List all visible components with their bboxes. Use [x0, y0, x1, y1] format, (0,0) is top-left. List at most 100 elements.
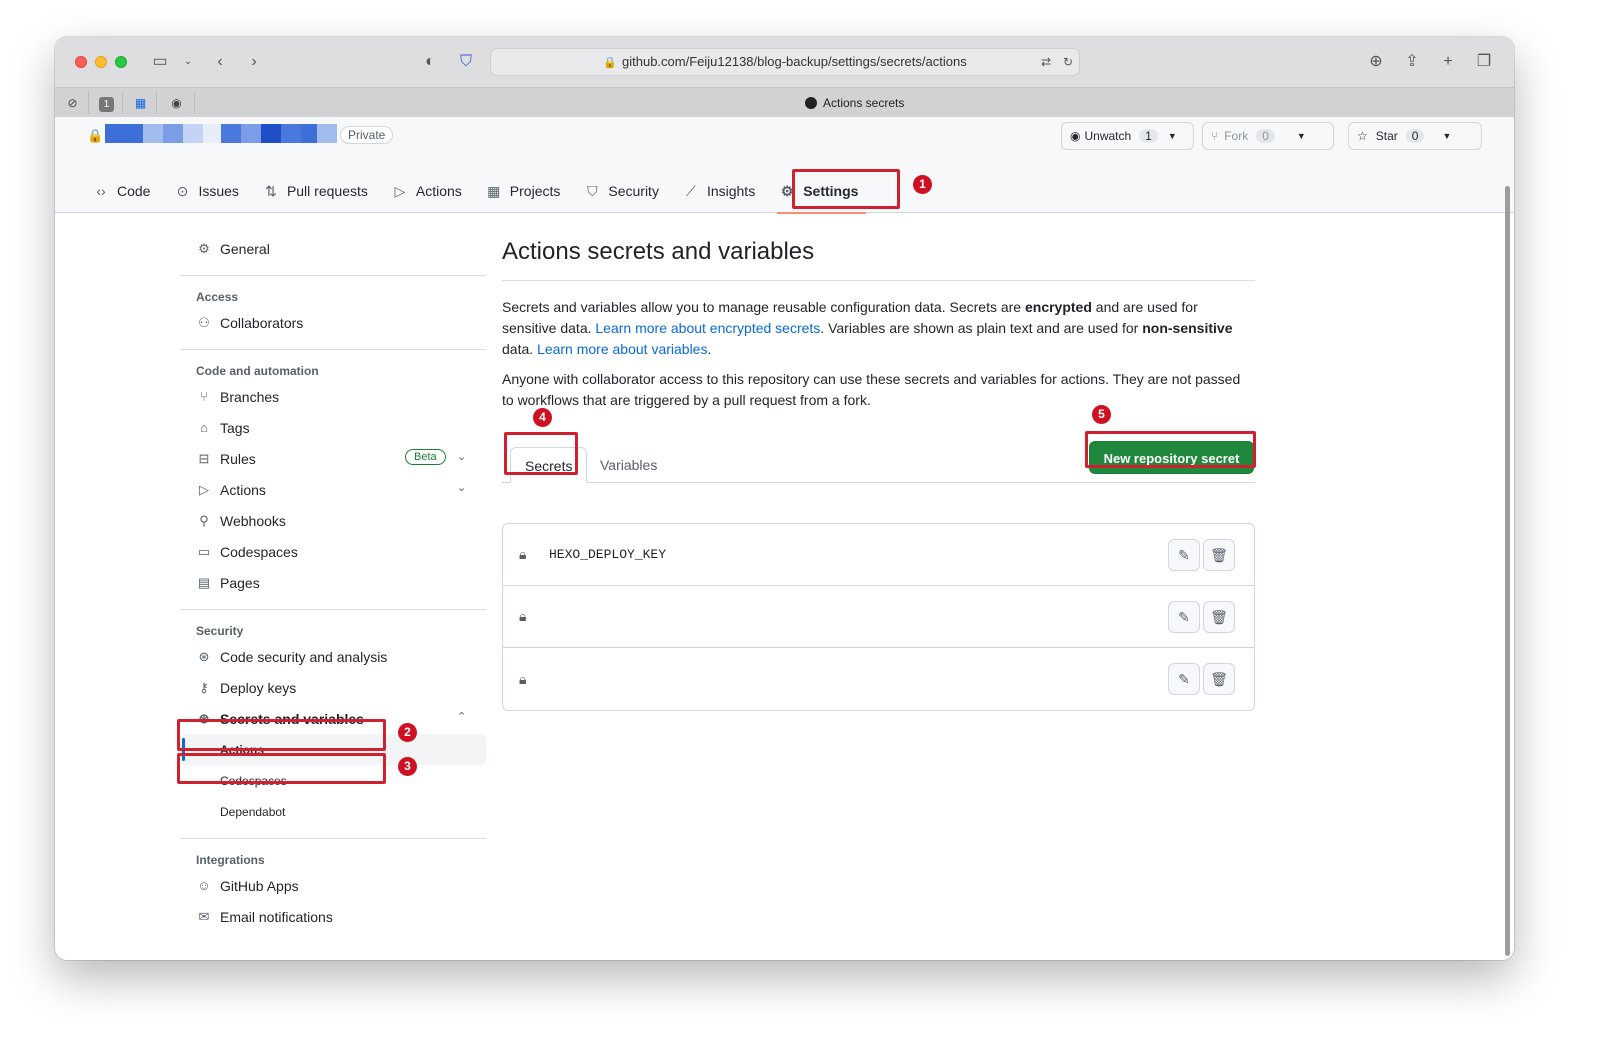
gear-icon: ⚙: [780, 182, 794, 199]
sidebar-toggle-icon[interactable]: ▭: [149, 51, 171, 73]
delete-secret-button[interactable]: 🗑︎: [1203, 539, 1235, 571]
sidebar-item-email-notifications[interactable]: ✉ Email notifications: [180, 901, 486, 932]
repo-nav: ‹› Code ⊙ Issues ⇅ Pull requests ▷ Actions ▦…: [93, 169, 882, 214]
issue-icon: ⊙: [176, 182, 189, 199]
sidebar-subitem-actions[interactable]: Actions: [180, 734, 486, 765]
key-icon: ⚷: [199, 679, 209, 695]
sidebar-heading-access: Access: [196, 290, 239, 304]
table-icon: ▦: [487, 182, 501, 199]
share-icon[interactable]: ⇪: [1401, 51, 1423, 73]
tab-actions[interactable]: ▷ Actions: [392, 169, 461, 213]
rules-icon: ⊟: [198, 450, 210, 466]
sidebar-item-secrets-variables[interactable]: ⊛ Secrets and variables ⌃: [180, 703, 486, 734]
sidebar-subitem-codespaces[interactable]: Codespaces: [180, 765, 486, 796]
caret-down-icon: ▼: [1442, 131, 1452, 141]
pinned-tab-badge[interactable]: 1: [91, 92, 123, 114]
beta-badge: Beta: [405, 449, 446, 465]
unwatch-button[interactable]: ◉ Unwatch 1 ▼: [1061, 122, 1194, 150]
divider: [180, 838, 486, 839]
sidebar-item-pages[interactable]: ▤ Pages: [180, 567, 486, 598]
chevron-up-icon[interactable]: ⌃: [457, 710, 466, 723]
sidebar-item-tags[interactable]: ⌂ Tags: [180, 412, 486, 443]
sidebar-item-rules[interactable]: ⊟ Rules Beta ⌄: [180, 443, 486, 474]
close-window-button[interactable]: [75, 56, 87, 68]
chevron-down-icon[interactable]: ⌄: [457, 450, 466, 463]
translate-icon[interactable]: ⇄: [1035, 51, 1057, 73]
tab-pull-requests[interactable]: ⇅ Pull requests: [263, 169, 368, 213]
tab-variables[interactable]: Variables: [586, 447, 671, 483]
sidebar-item-branches[interactable]: ⑂ Branches: [180, 381, 486, 412]
browser-icon: ▤: [197, 574, 211, 590]
sidebar-item-general[interactable]: ⚙ General: [180, 233, 486, 264]
tab-insights[interactable]: ⟋ Insights: [683, 169, 755, 213]
address-bar[interactable]: 🔒 github.com/Feiju12138/blog-backup/setti…: [490, 48, 1080, 76]
variables-link[interactable]: Learn more about variables: [537, 341, 707, 357]
tab-code[interactable]: ‹› Code: [93, 169, 150, 213]
chevron-down-icon[interactable]: ⌄: [177, 51, 199, 73]
sidebar-item-github-apps[interactable]: ☺ GitHub Apps: [180, 870, 486, 901]
sidebar-item-code-security[interactable]: ⊛ Code security and analysis: [180, 641, 486, 672]
apps-icon: ☺: [197, 878, 211, 893]
pencil-icon: ✎: [1178, 547, 1190, 563]
sidebar-item-webhooks[interactable]: ⚲ Webhooks: [180, 505, 486, 536]
tab-projects[interactable]: ▦ Projects: [486, 169, 560, 213]
sidebar-item-actions[interactable]: ▷ Actions ⌄: [180, 474, 486, 505]
trello-icon[interactable]: ▦: [125, 92, 157, 114]
tab-settings[interactable]: ⚙ Settings: [777, 169, 867, 214]
tab-secrets[interactable]: Secrets: [510, 447, 588, 483]
shield-icon: ⛉: [587, 182, 598, 199]
back-icon[interactable]: ‹: [209, 51, 231, 73]
sidebar-subitem-dependabot[interactable]: Dependabot: [180, 796, 486, 827]
zoom-window-button[interactable]: [115, 56, 127, 68]
delete-secret-button[interactable]: 🗑︎: [1203, 663, 1235, 695]
sidebar-item-codespaces[interactable]: ▭ Codespaces: [180, 536, 486, 567]
pencil-icon: ✎: [1178, 609, 1190, 625]
active-tab[interactable]: Actions secrets: [805, 88, 904, 118]
download-icon[interactable]: ⊕: [1365, 51, 1387, 73]
divider: [180, 609, 486, 610]
tab-overview-icon[interactable]: ❐: [1473, 51, 1495, 73]
sidebar-item-deploy-keys[interactable]: ⚷ Deploy keys: [180, 672, 486, 703]
divider: [180, 349, 486, 350]
encrypted-secrets-link[interactable]: Learn more about encrypted secrets: [595, 320, 820, 336]
lock-icon: 🔒︎: [519, 608, 527, 624]
page-title: Actions secrets and variables: [502, 233, 1255, 281]
chevron-down-icon[interactable]: ⌄: [457, 481, 466, 494]
trash-icon: 🗑︎: [1210, 547, 1228, 563]
edit-secret-button[interactable]: ✎: [1168, 663, 1200, 695]
new-tab-icon[interactable]: +: [1437, 51, 1459, 73]
branch-icon: ⑂: [200, 389, 208, 404]
repo-name-redacted[interactable]: [105, 124, 337, 143]
forward-icon[interactable]: ›: [243, 51, 265, 73]
github-pinned-icon[interactable]: ◉: [159, 92, 195, 114]
people-icon: ⚇: [198, 314, 210, 330]
secrets-tabs: Secrets Variables New repository secret: [502, 441, 1255, 483]
fork-icon: ⑂: [1211, 129, 1219, 143]
tab-security[interactable]: ⛉ Security: [584, 169, 659, 213]
scrollbar[interactable]: [1505, 186, 1510, 956]
annotation-number-1: 1: [913, 175, 932, 194]
star-button[interactable]: ☆ Star 0 ▼: [1348, 122, 1482, 150]
edit-secret-button[interactable]: ✎: [1168, 601, 1200, 633]
star-icon: ☆: [1357, 129, 1368, 143]
new-repository-secret-button[interactable]: New repository secret: [1089, 441, 1254, 474]
lock-icon: 🔒︎: [519, 546, 527, 562]
edit-secret-button[interactable]: ✎: [1168, 539, 1200, 571]
sidebar-item-collaborators[interactable]: ⚇ Collaborators: [180, 307, 486, 338]
privacy-shield-icon[interactable]: ◐: [419, 51, 441, 73]
annotation-number-4: 4: [533, 408, 552, 427]
visibility-badge: Private: [340, 126, 394, 144]
tag-icon: ⌂: [200, 420, 208, 435]
delete-secret-button[interactable]: 🗑︎: [1203, 601, 1235, 633]
play-icon: ▷: [199, 481, 209, 497]
minimize-window-button[interactable]: [95, 56, 107, 68]
github-icon: [805, 97, 817, 109]
sidebar-heading-integrations: Integrations: [196, 853, 265, 867]
tab-issues[interactable]: ⊙ Issues: [174, 169, 239, 213]
reload-icon[interactable]: ↻: [1057, 51, 1079, 73]
fork-button[interactable]: ⑂ Fork 0 ▼: [1202, 122, 1334, 150]
compass-icon[interactable]: ⊘: [57, 92, 89, 114]
password-manager-icon[interactable]: ⛉: [455, 51, 477, 73]
secret-row: 🔒︎ HEXO_DEPLOY_KEY ✎ 🗑︎: [503, 524, 1254, 586]
github-page: 🔒 Private ◉ Unwatch 1 ▼ ⑂ Fork 0 ▼ ☆ Sta…: [55, 117, 1514, 960]
